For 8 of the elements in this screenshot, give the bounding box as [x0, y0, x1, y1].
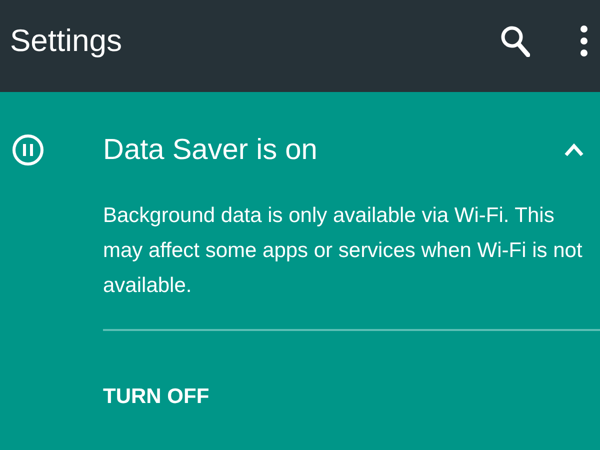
search-icon[interactable]: [500, 25, 530, 57]
card-message: Background data is only available via Wi-Fi. This may affect some apps or services when Wi-Fi is not available.: [103, 203, 584, 299]
more-options-icon[interactable]: [580, 25, 588, 57]
app-title: Settings: [10, 23, 122, 59]
card-title: Data Saver is on: [103, 134, 318, 166]
pause-circle-icon: [12, 134, 44, 166]
chevron-up-icon[interactable]: [564, 143, 584, 157]
turn-off-button[interactable]: TURN OFF: [103, 385, 210, 409]
